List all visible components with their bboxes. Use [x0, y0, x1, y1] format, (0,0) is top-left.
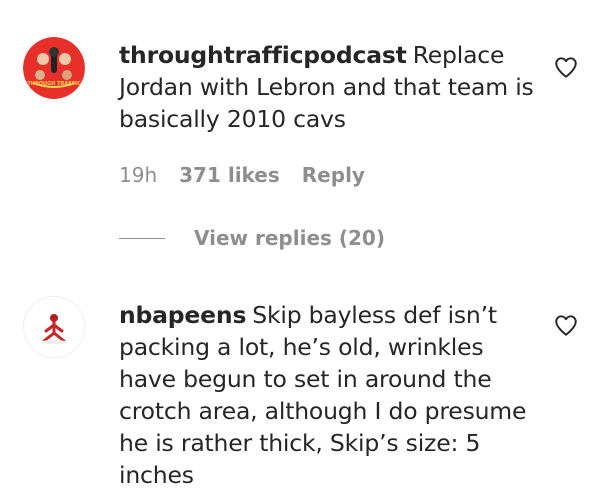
comment-nbapeens: nbapeens Skip bayless def isn’t packing a… — [0, 270, 613, 502]
reply-button[interactable]: Reply — [302, 163, 365, 187]
avatar-logo-text: THROUGH TRAFFIC — [27, 81, 81, 87]
heart-outline-icon[interactable] — [553, 54, 579, 80]
comment-username[interactable]: nbapeens — [119, 301, 246, 329]
comment-text-block: nbapeens Skip bayless def isn’t packing a… — [119, 299, 544, 491]
comment-text: Skip bayless def isn’t packing a lot, he… — [119, 301, 527, 489]
podcast-logo-icon — [23, 37, 85, 99]
view-replies-row[interactable]: View replies (20) — [119, 226, 385, 250]
figure-avatar-icon — [24, 297, 84, 357]
comment-timestamp[interactable]: 19h — [119, 163, 157, 187]
heart-outline-icon[interactable] — [553, 312, 579, 338]
view-replies-button[interactable]: View replies (20) — [194, 226, 385, 250]
comment-like-count[interactable]: 371 likes — [179, 163, 280, 187]
comment-text-block: throughtrafficpodcast Replace Jordan with… — [119, 39, 539, 135]
comment-username[interactable]: throughtrafficpodcast — [119, 41, 407, 69]
avatar[interactable]: THROUGH TRAFFIC — [23, 37, 85, 99]
avatar[interactable] — [23, 296, 85, 358]
comment-meta: 19h 371 likes Reply — [119, 163, 365, 187]
replies-divider-line — [119, 237, 165, 239]
comment-throughtrafficpodcast: THROUGH TRAFFIC throughtrafficpodcast Rep… — [0, 0, 613, 270]
